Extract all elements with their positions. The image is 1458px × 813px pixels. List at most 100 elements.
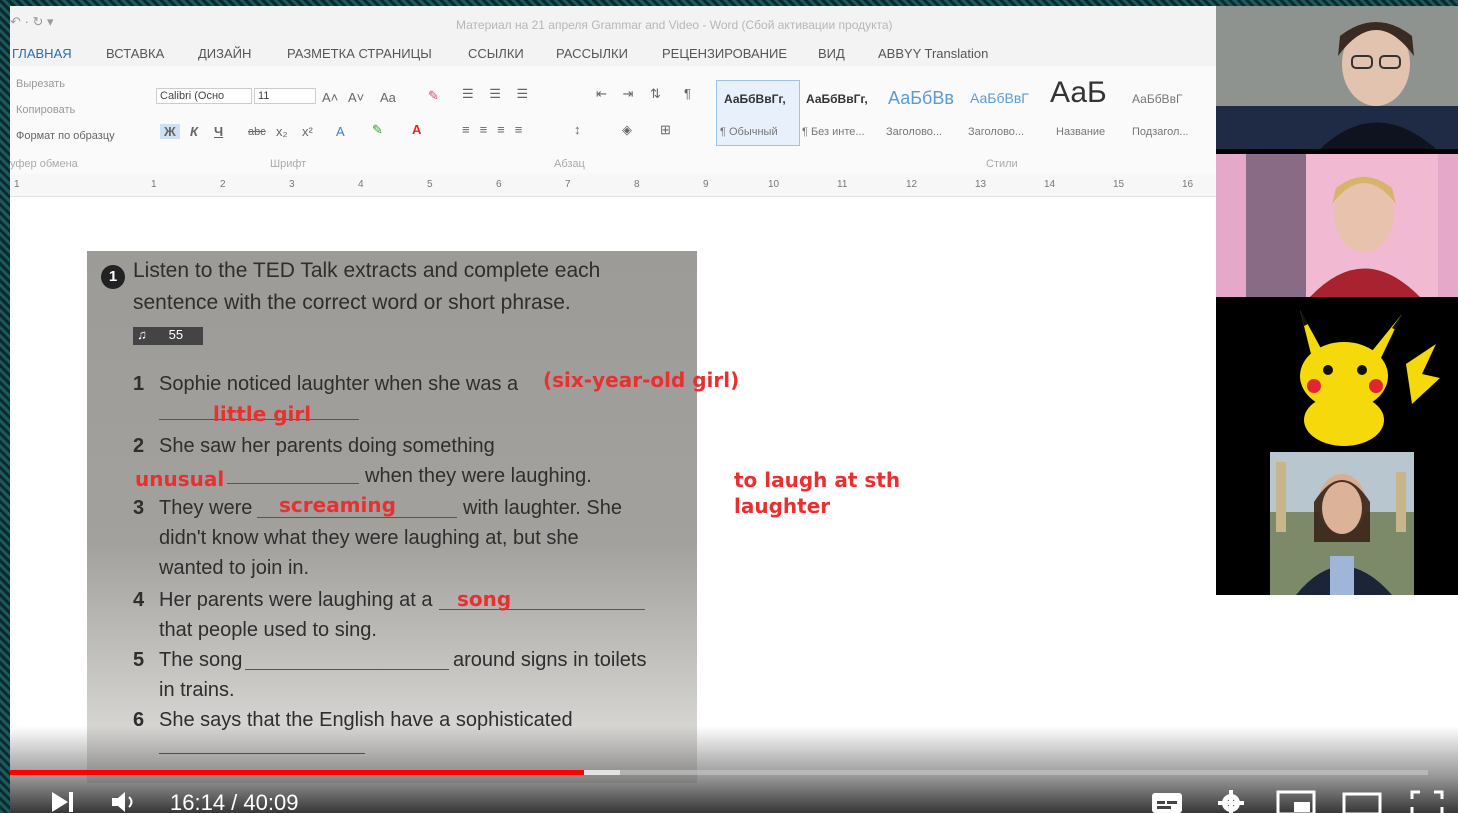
pilcrow-icon[interactable]: ¶ xyxy=(684,86,691,101)
style-sample-heading1[interactable]: АаБбВв xyxy=(888,88,954,109)
tab-abbyy[interactable]: ABBYY Translation xyxy=(878,46,988,61)
style-name-title: Название xyxy=(1056,126,1106,138)
alignment-buttons-icon[interactable]: ≡≡≡≡ xyxy=(462,122,532,137)
copy-button[interactable]: Копировать xyxy=(16,104,75,116)
tab-home[interactable]: ГЛАВНАЯ xyxy=(12,46,72,61)
progress-played xyxy=(10,770,585,775)
ruler-tick: 6 xyxy=(496,179,502,190)
participant-tile-2[interactable] xyxy=(1216,154,1458,297)
style-name-heading1: Заголово... xyxy=(886,126,943,138)
item3-text-line2: didn't know what they were laughing at, … xyxy=(159,527,579,549)
item2-blank xyxy=(227,483,359,484)
style-sample-no-spacing[interactable]: АаБбВвГг, xyxy=(806,92,868,106)
tab-layout[interactable]: РАЗМЕТКА СТРАНИЦЫ xyxy=(287,46,432,61)
participant-video-1 xyxy=(1216,6,1458,149)
clear-format-icon[interactable]: ✎ xyxy=(428,88,439,104)
tab-design[interactable]: ДИЗАЙН xyxy=(198,46,251,61)
ruler[interactable]: 1 1 2 3 4 5 6 7 8 9 10 11 12 13 14 15 16 xyxy=(10,174,1216,197)
italic-button[interactable]: К xyxy=(190,124,198,139)
item1-hint-annotation: (six-year-old girl) xyxy=(543,368,740,392)
subtitles-icon[interactable] xyxy=(1150,789,1184,813)
item5-text-line2: in trains. xyxy=(159,679,235,701)
borders-icon[interactable]: ⊞ xyxy=(660,122,671,138)
participant-tile-4[interactable] xyxy=(1216,452,1458,595)
font-size-select[interactable]: 11 xyxy=(254,88,316,104)
list-buttons-icon[interactable]: ☰ ☰ ☰ xyxy=(462,86,534,102)
style-sample-subtitle[interactable]: АаБбВвГ xyxy=(1132,92,1182,106)
style-sample-normal: АаБбВвГг, xyxy=(724,92,786,106)
ruler-tick: 15 xyxy=(1113,179,1125,190)
item-number: 5 xyxy=(133,649,145,671)
superscript-button[interactable]: x² xyxy=(302,124,313,139)
exercise-instruction-line1: Listen to the TED Talk extracts and comp… xyxy=(133,259,601,282)
tab-references[interactable]: ССЫЛКИ xyxy=(468,46,524,61)
highlight-icon[interactable]: ✎ xyxy=(372,122,383,138)
change-case-button[interactable]: Aa xyxy=(380,90,396,105)
ruler-tick: 10 xyxy=(768,179,780,190)
cut-button[interactable]: Вырезать xyxy=(16,78,65,90)
item4-answer: song xyxy=(457,587,512,611)
ruler-tick: 7 xyxy=(565,179,571,190)
sort-icon[interactable]: ⇅ xyxy=(650,86,661,102)
fullscreen-icon[interactable] xyxy=(1410,789,1444,813)
shrink-font-button[interactable]: A˅ xyxy=(348,90,364,105)
settings-gear-icon[interactable] xyxy=(1216,789,1246,813)
item2-answer: unusual xyxy=(135,467,225,491)
item1-text: Sophie noticed laughter when she was a xyxy=(159,373,519,395)
tab-mailings[interactable]: РАССЫЛКИ xyxy=(556,46,628,61)
subscript-button[interactable]: x₂ xyxy=(276,124,288,139)
tab-review[interactable]: РЕЦЕНЗИРОВАНИЕ xyxy=(662,46,787,61)
bold-button[interactable]: Ж xyxy=(160,124,180,139)
shading-icon[interactable]: ◈ xyxy=(622,122,632,138)
video-player[interactable]: ↶ · ↻ ▾ Материал на 21 апреля Grammar an… xyxy=(10,6,1458,813)
ruler-tick: 16 xyxy=(1182,179,1194,190)
clipboard-group-label: уфер обмена xyxy=(10,158,78,170)
line-spacing-icon[interactable]: ↕ xyxy=(574,122,581,137)
participant-tile-3[interactable] xyxy=(1216,304,1458,447)
volume-icon[interactable] xyxy=(110,789,140,813)
ruler-tick: 3 xyxy=(289,179,295,190)
ruler-tick: 12 xyxy=(906,179,918,190)
item3-answer: screaming xyxy=(279,493,396,517)
grow-font-button[interactable]: A˄ xyxy=(322,90,338,105)
ruler-tick: 4 xyxy=(358,179,364,190)
tab-view[interactable]: ВИД xyxy=(818,46,845,61)
progress-bar[interactable] xyxy=(10,770,1428,775)
participants-panel xyxy=(1216,6,1458,595)
word-titlebar: ↶ · ↻ ▾ Материал на 21 апреля Grammar an… xyxy=(10,6,1216,40)
quick-access-toolbar[interactable]: ↶ · ↻ ▾ xyxy=(10,14,53,30)
ruler-tick: 8 xyxy=(634,179,640,190)
audio-track-number: 55 xyxy=(168,327,184,342)
participant-video-4 xyxy=(1216,452,1458,595)
text-effects-icon[interactable]: A xyxy=(336,124,345,139)
item-number: 1 xyxy=(133,373,145,395)
item5-text: The song xyxy=(159,649,243,671)
tab-insert[interactable]: ВСТАВКА xyxy=(106,46,164,61)
audio-track-badge: ♫ 55 xyxy=(133,327,203,345)
format-painter-button[interactable]: Формат по образцу xyxy=(16,130,115,142)
style-sample-heading2[interactable]: АаБбВвГ xyxy=(970,90,1029,106)
style-sample-title[interactable]: АаБ xyxy=(1050,76,1107,110)
miniplayer-icon[interactable] xyxy=(1276,789,1316,813)
next-icon[interactable] xyxy=(50,789,76,813)
item3-text-end: with laughter. She xyxy=(463,497,622,519)
item3-blank xyxy=(257,517,457,518)
theater-mode-icon[interactable] xyxy=(1342,789,1382,813)
strikethrough-button[interactable]: abc xyxy=(248,126,266,138)
exercise-photo: 1 Listen to the TED Talk extracts and co… xyxy=(87,251,739,783)
participant-tile-1[interactable] xyxy=(1216,6,1458,149)
item2-text-end: when they were laughing. xyxy=(365,465,592,487)
indent-buttons-icon[interactable]: ⇤ ⇥ xyxy=(596,86,639,102)
current-time: 16:14 xyxy=(170,790,226,813)
item4-text-line2: that people used to sing. xyxy=(159,619,377,641)
style-name-subtitle: Подзагол... xyxy=(1132,126,1189,138)
time-separator: / xyxy=(225,790,244,813)
font-name-select[interactable]: Calibri (Осно xyxy=(156,88,252,104)
pikachu-avatar xyxy=(1216,304,1458,447)
underline-button[interactable]: Ч xyxy=(214,124,223,139)
style-name-no-spacing: ¶ Без инте... xyxy=(802,126,865,138)
ruler-tick: 9 xyxy=(703,179,709,190)
item-number: 3 xyxy=(133,497,145,519)
note-line1: to laugh at sth xyxy=(734,468,901,492)
font-color-icon[interactable]: A xyxy=(412,122,421,137)
